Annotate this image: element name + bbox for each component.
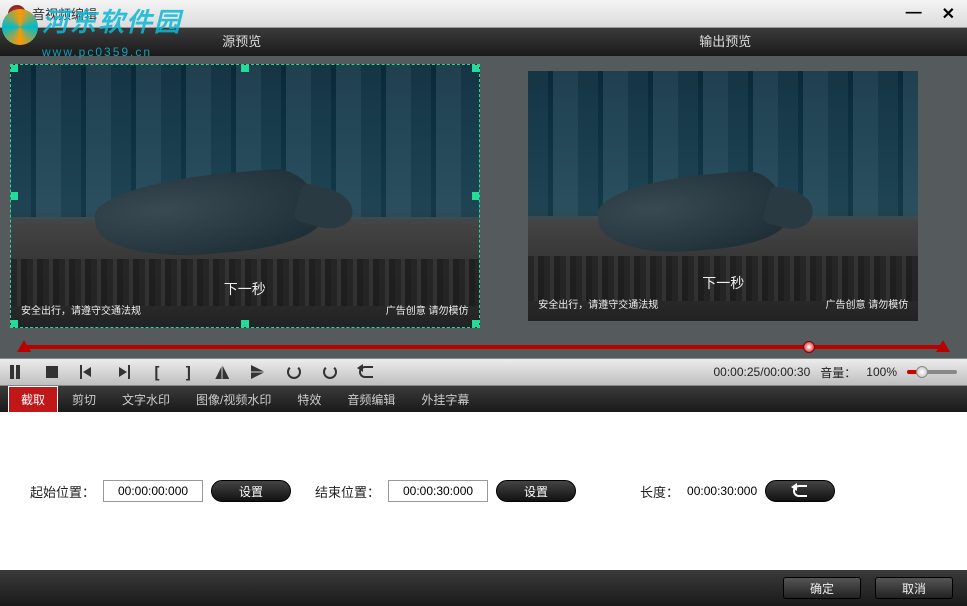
window-title: 音视频编辑 — [32, 4, 902, 23]
source-preview[interactable]: 下一秒 安全出行，请遵守交通法规 广告创意 请勿模仿 — [10, 64, 480, 328]
undo-icon — [793, 485, 807, 497]
start-position-label: 起始位置： — [30, 482, 95, 501]
crop-handle[interactable] — [472, 64, 480, 72]
length-label: 长度： — [640, 482, 679, 501]
ok-button[interactable]: 确定 — [783, 577, 861, 599]
output-preview-label: 输出预览 — [484, 28, 967, 56]
video-caption-center: 下一秒 — [224, 279, 266, 299]
volume-slider[interactable] — [907, 370, 957, 374]
volume-label: 音量： — [820, 364, 856, 381]
tab-subtitle[interactable]: 外挂字幕 — [409, 387, 481, 412]
video-caption-right: 广告创意 请勿模仿 — [386, 302, 469, 317]
close-button[interactable]: ✕ — [938, 4, 959, 24]
tab-clip[interactable]: 截取 — [8, 386, 58, 413]
timeline[interactable] — [0, 336, 967, 358]
length-value: 00:00:30:000 — [687, 484, 757, 498]
minimize-button[interactable]: — — [902, 4, 926, 24]
start-set-button[interactable]: 设置 — [211, 480, 291, 502]
timeline-playhead[interactable] — [803, 341, 815, 353]
cancel-button[interactable]: 取消 — [875, 577, 953, 599]
video-frame: 下一秒 安全出行，请遵守交通法规 广告创意 请勿模仿 — [11, 65, 479, 327]
crop-handle[interactable] — [472, 320, 480, 328]
pause-button[interactable] — [10, 365, 24, 379]
end-set-button[interactable]: 设置 — [496, 480, 576, 502]
clip-panel: 起始位置： 设置 结束位置： 设置 长度： 00:00:30:000 — [0, 412, 967, 570]
next-frame-button[interactable] — [116, 365, 130, 379]
titlebar: 音视频编辑 — ✕ — [0, 0, 967, 28]
crop-handle[interactable] — [241, 320, 249, 328]
stop-button[interactable] — [46, 366, 58, 378]
footer-bar: 确定 取消 — [0, 570, 967, 606]
preview-header-row: 源预览 输出预览 — [0, 28, 967, 56]
flip-vertical-button[interactable] — [251, 365, 265, 379]
prev-frame-button[interactable] — [80, 365, 94, 379]
crop-handle[interactable] — [10, 320, 18, 328]
output-preview: 下一秒 安全出行，请遵守交通法规 广告创意 请勿模仿 — [528, 71, 918, 321]
end-position-input[interactable] — [388, 480, 488, 502]
undo-button[interactable] — [359, 366, 373, 378]
crop-handle[interactable] — [10, 192, 18, 200]
crop-handle[interactable] — [472, 192, 480, 200]
reset-button[interactable] — [765, 480, 835, 502]
tab-audio-edit[interactable]: 音频编辑 — [335, 387, 407, 412]
tabs-bar: 截取 剪切 文字水印 图像/视频水印 特效 音频编辑 外挂字幕 — [0, 386, 967, 412]
flip-horizontal-button[interactable] — [215, 365, 229, 379]
crop-handle[interactable] — [241, 64, 249, 72]
volume-value: 100% — [866, 365, 897, 379]
rotate-right-button[interactable] — [323, 365, 337, 379]
app-icon — [8, 5, 26, 23]
mark-out-button[interactable]: ] — [184, 363, 194, 382]
rotate-left-button[interactable] — [287, 365, 301, 379]
timeline-end-marker[interactable] — [936, 340, 950, 352]
start-position-input[interactable] — [103, 480, 203, 502]
end-position-label: 结束位置： — [315, 482, 380, 501]
tab-cut[interactable]: 剪切 — [60, 387, 108, 412]
timeline-start-marker[interactable] — [17, 340, 31, 352]
preview-area: 下一秒 安全出行，请遵守交通法规 广告创意 请勿模仿 下一秒 安全出行，请遵守交… — [0, 56, 967, 336]
video-caption-left: 安全出行，请遵守交通法规 — [21, 302, 141, 317]
source-preview-label: 源预览 — [0, 28, 484, 56]
tab-image-watermark[interactable]: 图像/视频水印 — [184, 387, 283, 412]
crop-handle[interactable] — [10, 64, 18, 72]
time-display: 00:00:25/00:00:30 — [714, 365, 811, 379]
volume-thumb[interactable] — [916, 366, 928, 378]
tab-text-watermark[interactable]: 文字水印 — [110, 387, 182, 412]
controls-bar: [ ] 00:00:25/00:00:30 音量： 100% — [0, 358, 967, 386]
mark-in-button[interactable]: [ — [152, 363, 162, 382]
tab-effects[interactable]: 特效 — [285, 387, 333, 412]
